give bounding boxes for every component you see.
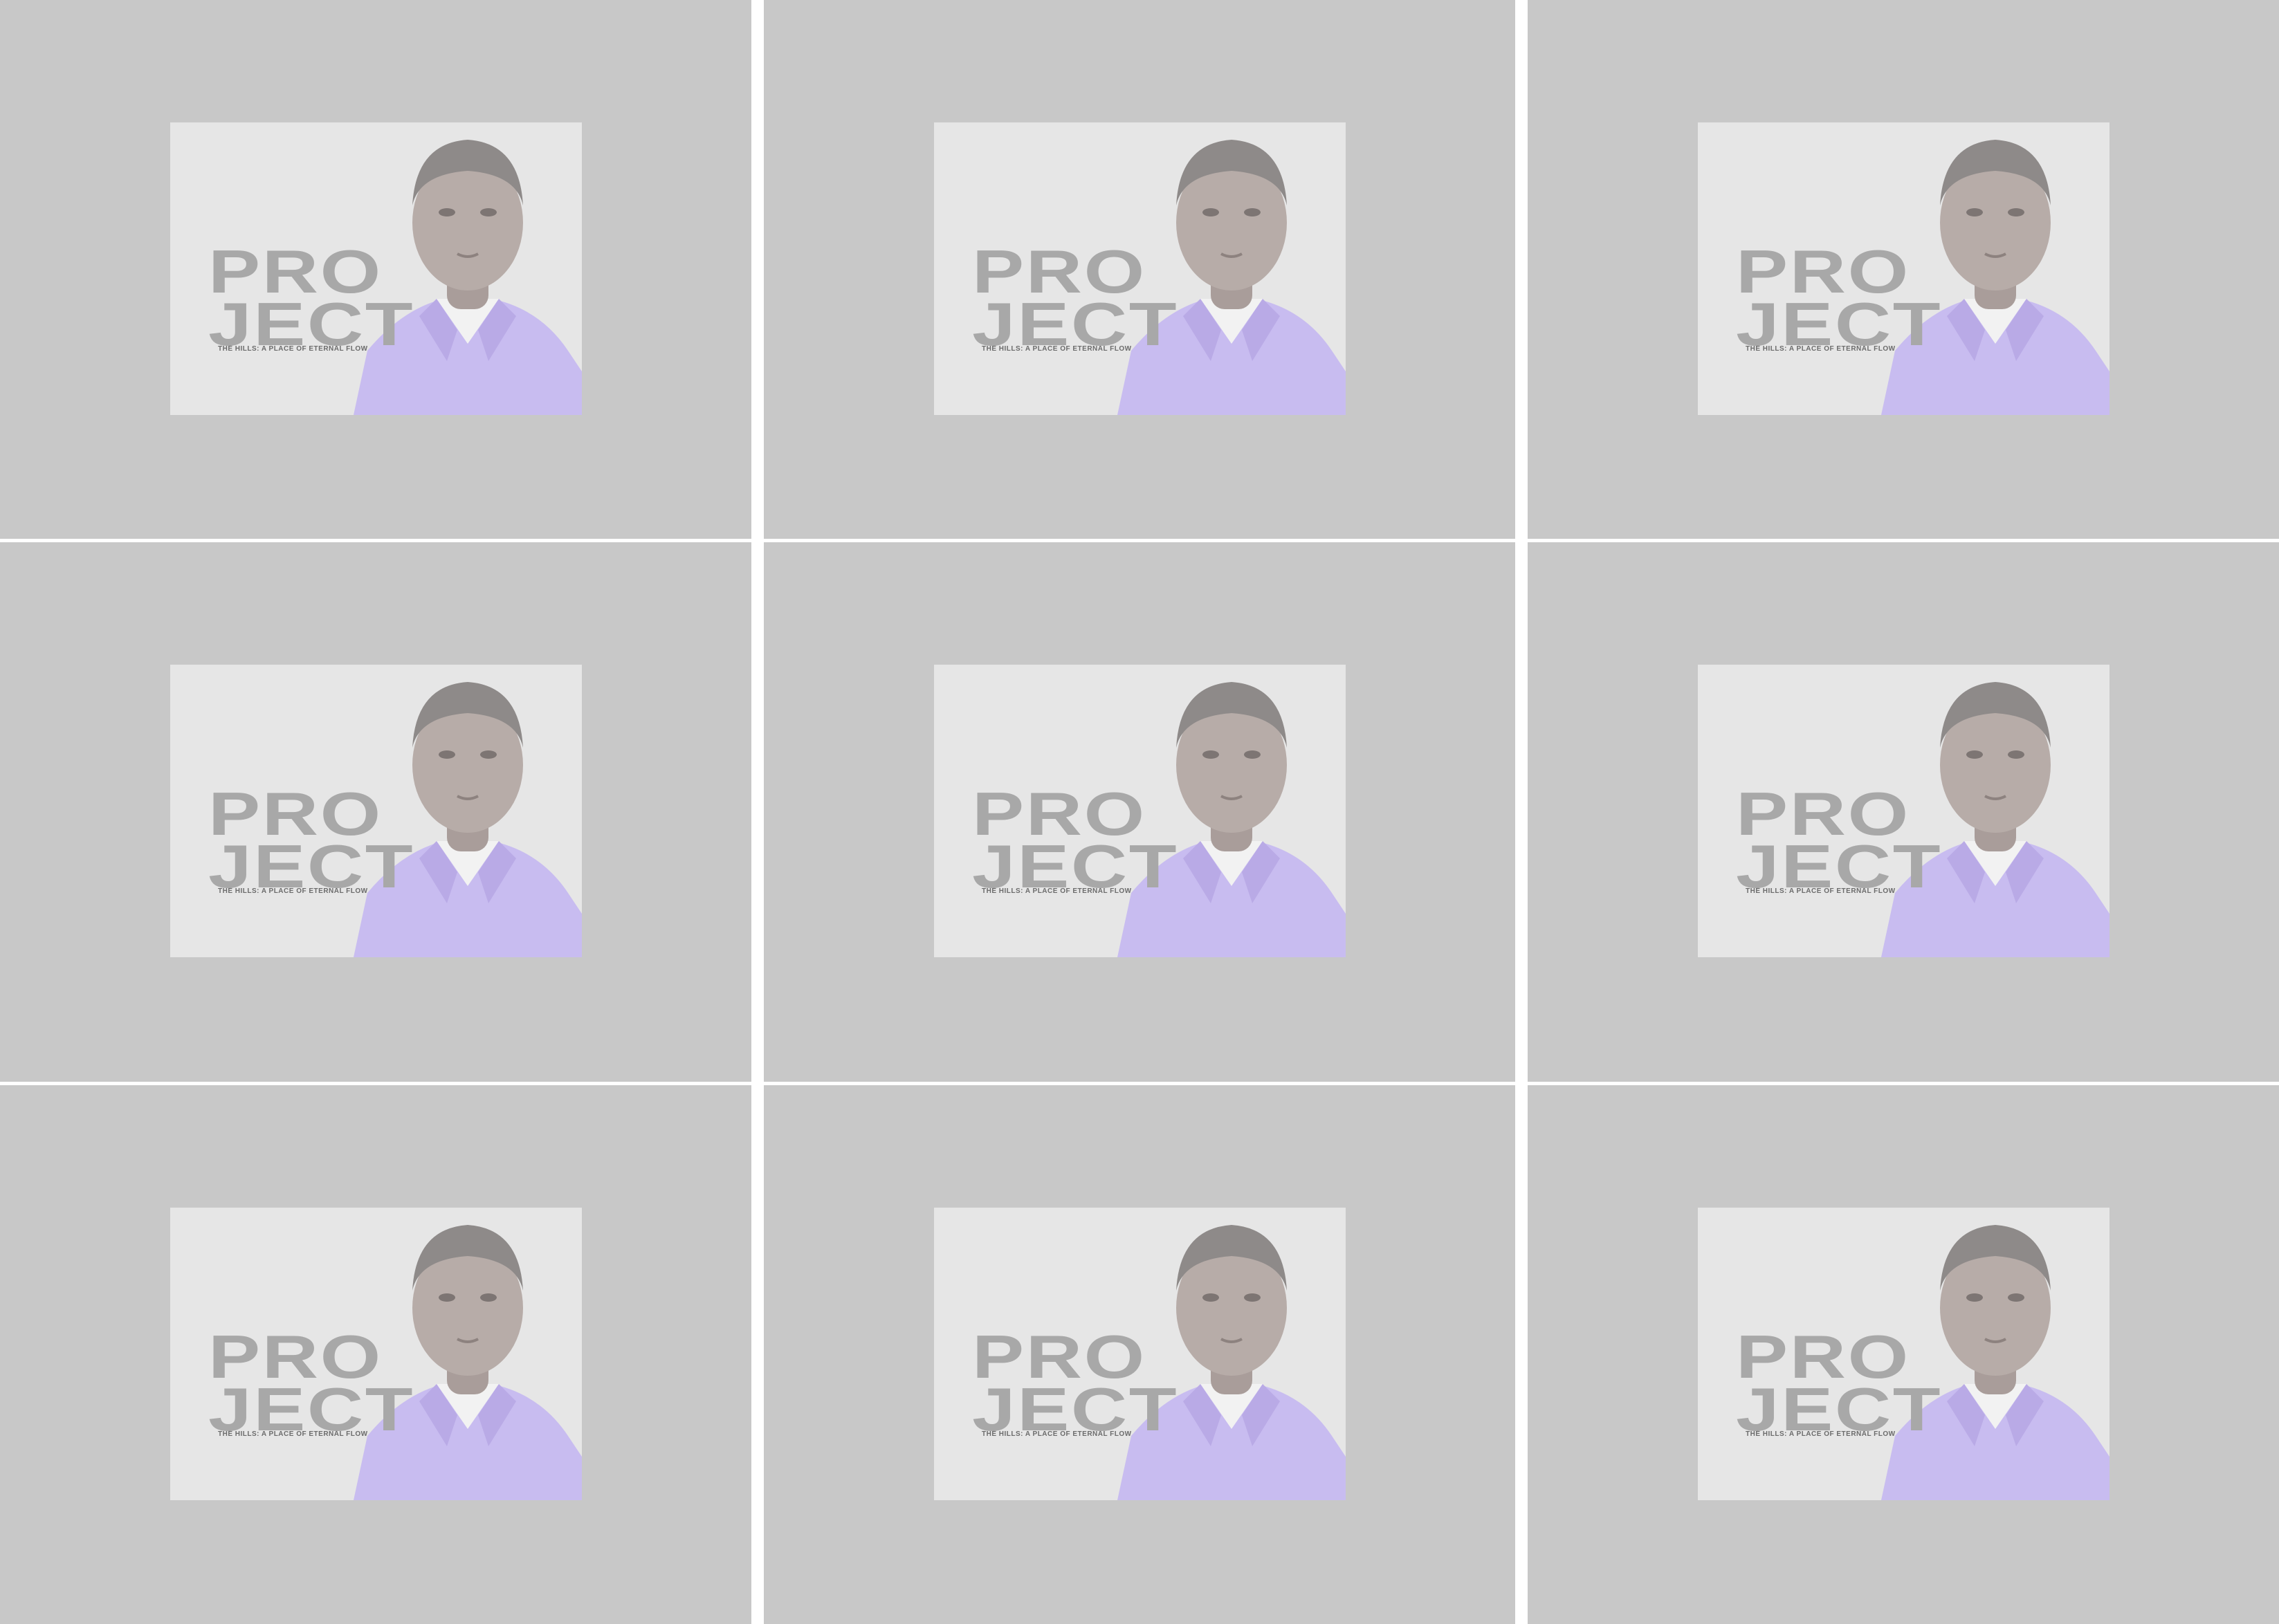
portrait-photo — [1881, 665, 2109, 957]
mockup-panel[interactable]: PRO JECT THE HILLS: A PLACE OF ETERNAL F… — [0, 542, 751, 1082]
subtitle: THE HILLS: A PLACE OF ETERNAL FLOW — [982, 1430, 1132, 1438]
mockup-panel[interactable]: PRO JECT THE HILLS: A PLACE OF ETERNAL F… — [764, 1085, 1515, 1624]
thumbnail-grid: PRO JECT THE HILLS: A PLACE OF ETERNAL F… — [0, 0, 2279, 1624]
project-card: PRO JECT THE HILLS: A PLACE OF ETERNAL F… — [1698, 122, 2109, 415]
subtitle: THE HILLS: A PLACE OF ETERNAL FLOW — [982, 887, 1132, 895]
subtitle: THE HILLS: A PLACE OF ETERNAL FLOW — [1746, 345, 1896, 353]
subtitle: THE HILLS: A PLACE OF ETERNAL FLOW — [218, 345, 368, 353]
portrait-photo — [1881, 1208, 2109, 1500]
mockup-panel[interactable]: PRO JECT THE HILLS: A PLACE OF ETERNAL F… — [764, 542, 1515, 1082]
project-card: PRO JECT THE HILLS: A PLACE OF ETERNAL F… — [170, 122, 582, 415]
portrait-photo — [1117, 665, 1346, 957]
project-card: PRO JECT THE HILLS: A PLACE OF ETERNAL F… — [934, 665, 1346, 957]
subtitle: THE HILLS: A PLACE OF ETERNAL FLOW — [218, 887, 368, 895]
subtitle: THE HILLS: A PLACE OF ETERNAL FLOW — [1746, 1430, 1896, 1438]
mockup-panel[interactable]: PRO JECT THE HILLS: A PLACE OF ETERNAL F… — [764, 0, 1515, 539]
subtitle: THE HILLS: A PLACE OF ETERNAL FLOW — [1746, 887, 1896, 895]
portrait-photo — [1117, 122, 1346, 415]
portrait-photo — [1117, 1208, 1346, 1500]
subtitle: THE HILLS: A PLACE OF ETERNAL FLOW — [218, 1430, 368, 1438]
project-card: PRO JECT THE HILLS: A PLACE OF ETERNAL F… — [170, 665, 582, 957]
mockup-panel[interactable]: PRO JECT THE HILLS: A PLACE OF ETERNAL F… — [1528, 542, 2279, 1082]
project-card: PRO JECT THE HILLS: A PLACE OF ETERNAL F… — [1698, 665, 2109, 957]
mockup-panel[interactable]: PRO JECT THE HILLS: A PLACE OF ETERNAL F… — [0, 0, 751, 539]
subtitle: THE HILLS: A PLACE OF ETERNAL FLOW — [982, 345, 1132, 353]
portrait-photo — [354, 1208, 582, 1500]
portrait-photo — [354, 122, 582, 415]
portrait-photo — [1881, 122, 2109, 415]
project-card: PRO JECT THE HILLS: A PLACE OF ETERNAL F… — [1698, 1208, 2109, 1500]
project-card: PRO JECT THE HILLS: A PLACE OF ETERNAL F… — [934, 122, 1346, 415]
project-card: PRO JECT THE HILLS: A PLACE OF ETERNAL F… — [170, 1208, 582, 1500]
mockup-panel[interactable]: PRO JECT THE HILLS: A PLACE OF ETERNAL F… — [1528, 1085, 2279, 1624]
project-card: PRO JECT THE HILLS: A PLACE OF ETERNAL F… — [934, 1208, 1346, 1500]
mockup-panel[interactable]: PRO JECT THE HILLS: A PLACE OF ETERNAL F… — [1528, 0, 2279, 539]
mockup-panel[interactable]: PRO JECT THE HILLS: A PLACE OF ETERNAL F… — [0, 1085, 751, 1624]
portrait-photo — [354, 665, 582, 957]
